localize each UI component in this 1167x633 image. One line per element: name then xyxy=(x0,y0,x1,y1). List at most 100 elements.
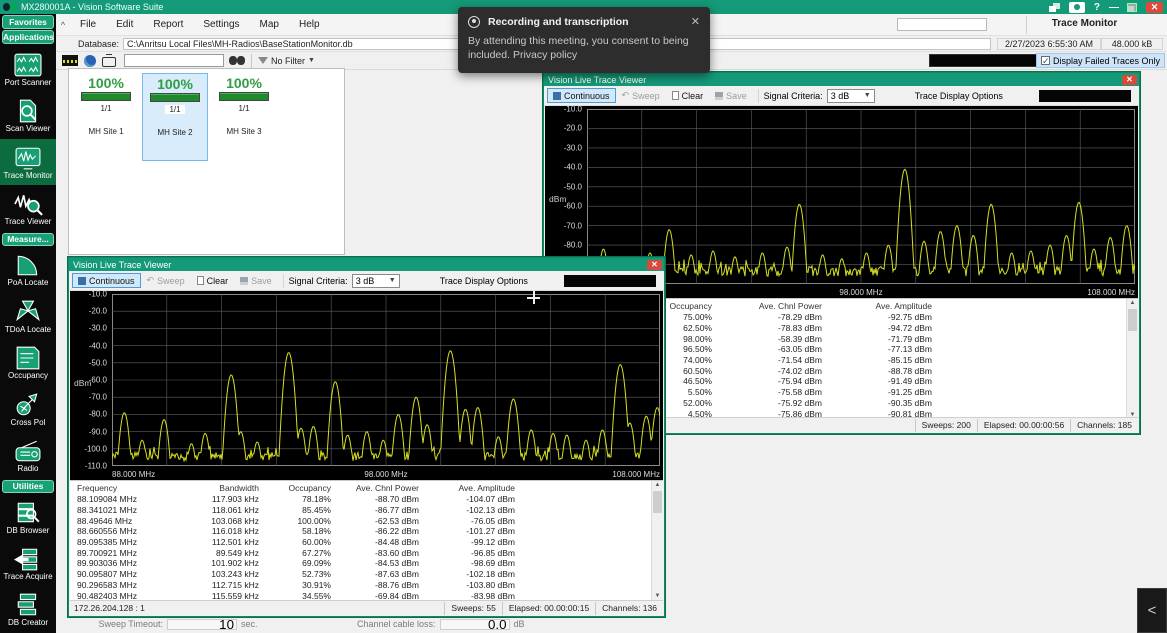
table-scrollbar[interactable]: ▲ ▼ xyxy=(1126,299,1138,419)
table-row[interactable]: 90.482403 MHz115.559 kHz34.55%-69.84 dBm… xyxy=(70,590,663,600)
table-row[interactable]: 89.700921 MHz89.549 kHz67.27%-83.60 dBm-… xyxy=(70,547,663,558)
menu-report[interactable]: Report xyxy=(143,19,193,30)
help-icon[interactable]: ? xyxy=(1094,2,1100,13)
sidebar-item-db-browser[interactable]: DB Browser xyxy=(0,494,56,540)
sidebar-item-port-scanner[interactable]: Port Scanner xyxy=(0,46,56,92)
redacted-combo[interactable] xyxy=(929,54,1039,67)
sweep-icon: ↶ xyxy=(622,90,630,101)
menu-help[interactable]: Help xyxy=(289,19,330,30)
menu-settings[interactable]: Settings xyxy=(193,19,249,30)
site-tile-mh-site-3[interactable]: 100% 1/1 MH Site 3 xyxy=(211,73,277,161)
sweep-button[interactable]: ↶Sweep xyxy=(616,88,666,103)
clear-button[interactable]: Clear xyxy=(666,88,710,103)
table-row[interactable]: 88.49646 MHz103.068 kHz100.00%-62.53 dBm… xyxy=(70,515,663,526)
sidebar-item-poa-locate[interactable]: PoA Locate xyxy=(0,247,56,293)
scroll-up-icon[interactable]: ▲ xyxy=(1127,300,1138,306)
table-cell: 89.700921 MHz xyxy=(74,548,174,558)
divider xyxy=(283,274,284,288)
recording-toast: Recording and transcription ✕ By attendi… xyxy=(458,7,710,73)
panel-collapse-chevron[interactable]: < xyxy=(1137,588,1167,633)
globe-icon[interactable] xyxy=(84,55,96,67)
redacted-field[interactable] xyxy=(564,275,656,287)
table-scrollbar[interactable]: ▲ ▼ xyxy=(651,481,663,600)
minimize-button[interactable]: — xyxy=(1109,2,1118,13)
privacy-policy-link[interactable]: Privacy policy xyxy=(513,49,577,61)
sidebar-item-trace-monitor[interactable]: Trace Monitor xyxy=(0,139,56,185)
y-tick-label: -80.0 xyxy=(564,241,582,250)
sweep-timeout-label: Sweep Timeout: xyxy=(68,619,163,629)
window-close-button[interactable]: ✕ xyxy=(647,260,662,270)
menu-map[interactable]: Map xyxy=(250,19,289,30)
sidebar-item-trace-acquire[interactable]: Trace Acquire xyxy=(0,540,56,586)
table-row[interactable]: 89.903036 MHz101.902 kHz69.09%-84.53 dBm… xyxy=(70,558,663,569)
sidebar-applications-button[interactable]: Applications xyxy=(2,30,54,44)
table-cell: 103.068 kHz xyxy=(174,516,262,526)
chevron-up-icon[interactable]: ^ xyxy=(56,20,70,30)
spectrum-plot[interactable]: dBm -10.0-20.0-30.0-40.0-50.0-60.0-70.0-… xyxy=(70,291,663,480)
divider xyxy=(758,89,759,103)
table-row[interactable]: 88.341021 MHz118.061 kHz85.45%-86.77 dBm… xyxy=(70,505,663,516)
table-row[interactable]: 90.296583 MHz112.715 kHz30.91%-88.76 dBm… xyxy=(70,580,663,591)
camera-icon[interactable] xyxy=(1069,2,1085,13)
sidebar-item-db-creator[interactable]: DB Creator xyxy=(0,587,56,633)
display-failed-traces-checkbox[interactable]: Display Failed Traces Only xyxy=(1036,53,1165,68)
crosshair-cursor xyxy=(527,291,540,304)
search-input[interactable] xyxy=(124,54,224,67)
save-floppy-icon xyxy=(715,92,723,100)
table-cell: 117.903 kHz xyxy=(174,494,262,504)
scroll-up-icon[interactable]: ▲ xyxy=(652,482,663,488)
scroll-down-icon[interactable]: ▼ xyxy=(652,593,663,599)
sidebar-item-radio[interactable]: Radio xyxy=(0,432,56,478)
table-row[interactable]: 90.095807 MHz103.243 kHz52.73%-87.63 dBm… xyxy=(70,569,663,580)
close-button[interactable]: ✕ xyxy=(1146,2,1163,13)
continuous-button[interactable]: Continuous xyxy=(72,273,141,288)
scroll-thumb[interactable] xyxy=(1128,309,1137,331)
window-close-button[interactable]: ✕ xyxy=(1122,75,1137,85)
window-titlebar[interactable]: Vision Live Trace Viewer ✕ xyxy=(544,73,1139,86)
menu-edit[interactable]: Edit xyxy=(106,19,143,30)
sidebar-section-measure[interactable]: Measure... xyxy=(2,233,54,246)
toast-close-icon[interactable]: ✕ xyxy=(691,15,700,28)
cable-loss-field[interactable] xyxy=(440,619,510,630)
y-tick-label: -70.0 xyxy=(564,221,582,230)
table-row[interactable]: 89.095385 MHz112.501 kHz60.00%-84.48 dBm… xyxy=(70,537,663,548)
sidebar-section-utilities[interactable]: Utilities xyxy=(2,480,54,493)
layers-icon[interactable] xyxy=(1049,3,1060,12)
sidebar-favorites-button[interactable]: Favorites xyxy=(2,15,54,29)
signal-criteria-select[interactable]: 3 dB▼ xyxy=(827,89,875,103)
elapsed-status: Elapsed: 00.00:00:15 xyxy=(502,602,595,615)
table-cell: -94.72 dBm xyxy=(825,323,935,333)
site-progress-bar xyxy=(81,92,131,101)
redacted-field[interactable] xyxy=(1039,90,1131,102)
save-button[interactable]: Save xyxy=(709,88,753,103)
y-tick-label: -40.0 xyxy=(564,163,582,172)
menu-file[interactable]: File xyxy=(70,19,106,30)
monitor-icon[interactable] xyxy=(102,57,116,67)
search-binoculars-icon[interactable] xyxy=(229,55,245,67)
trace-thumbnail-icon[interactable] xyxy=(62,55,78,66)
site-tile-mh-site-1[interactable]: 100% 1/1 MH Site 1 xyxy=(73,73,139,161)
sidebar-item-scan-viewer[interactable]: Scan Viewer xyxy=(0,92,56,138)
elapsed-status: Elapsed: 00.00:00:56 xyxy=(977,419,1070,432)
window-titlebar[interactable]: Vision Live Trace Viewer ✕ xyxy=(69,258,664,271)
table-row[interactable]: 88.109084 MHz117.903 kHz78.18%-88.70 dBm… xyxy=(70,494,663,505)
sidebar-item-trace-viewer[interactable]: Trace Viewer xyxy=(0,185,56,231)
scroll-thumb[interactable] xyxy=(653,491,662,513)
sidebar-item-occupancy[interactable]: Occupancy xyxy=(0,340,56,386)
sidebar-item-cross-pol[interactable]: Cross Pol xyxy=(0,386,56,432)
table-row[interactable]: 88.660556 MHz116.018 kHz58.18%-86.22 dBm… xyxy=(70,526,663,537)
filter-dropdown[interactable]: No Filter ▼ xyxy=(258,56,315,66)
save-button[interactable]: Save xyxy=(234,273,278,288)
clear-button[interactable]: Clear xyxy=(191,273,235,288)
signal-criteria-select[interactable]: 3 dB▼ xyxy=(352,274,400,288)
sweep-button[interactable]: ↶Sweep xyxy=(141,273,191,288)
site-tile-mh-site-2[interactable]: 100% 1/1 MH Site 2 xyxy=(142,73,208,161)
sidebar-item-tdoa-locate[interactable]: TDoA Locate xyxy=(0,293,56,339)
cable-loss-unit: dB xyxy=(514,619,525,629)
y-tick-label: -60.0 xyxy=(564,202,582,211)
sweep-timeout-field[interactable] xyxy=(167,619,237,630)
header-text-input[interactable] xyxy=(897,18,987,31)
continuous-button[interactable]: Continuous xyxy=(547,88,616,103)
maximize-button[interactable] xyxy=(1127,3,1137,12)
x-tick-label: 88.000 MHz xyxy=(112,470,155,479)
